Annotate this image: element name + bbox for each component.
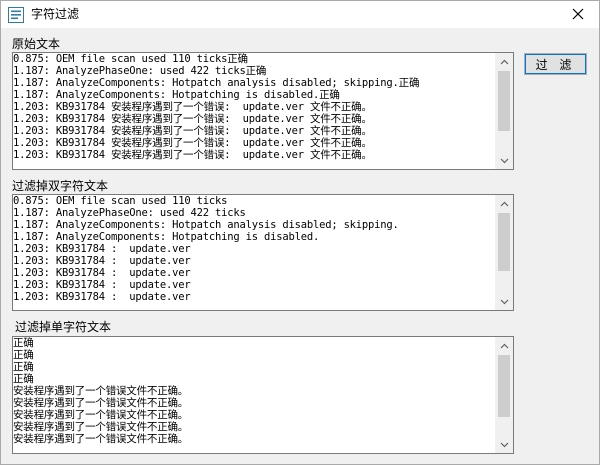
single-filtered-label: 过滤掉单字符文本 [15, 320, 112, 334]
scroll-thumb[interactable] [498, 213, 510, 271]
close-icon [572, 5, 584, 24]
original-text-content: 0.875: OEM file scan used 110 ticks正确 1.… [13, 53, 496, 169]
scroll-down-icon[interactable] [496, 436, 513, 453]
single-filtered-scrollbar[interactable] [495, 337, 513, 453]
scroll-thumb[interactable] [498, 71, 510, 131]
text-line: 正确 [13, 361, 34, 373]
main-window: 字符过滤 原始文本 0.875: OEM file scan used 110 … [0, 0, 600, 465]
text-line: 1.203: KB931784 : update.ver [13, 291, 191, 303]
scroll-up-icon[interactable] [496, 195, 513, 212]
text-line: 安装程序遇到了一个错误文件不正确。 [13, 385, 189, 397]
scroll-up-icon[interactable] [496, 53, 513, 70]
text-line: 1.203: KB931784 : update.ver [13, 267, 191, 279]
text-line: 1.187: AnalyzeComponents: Hotpatching is… [13, 231, 320, 243]
text-line: 正确 [13, 349, 34, 361]
double-filtered-scrollbar[interactable] [495, 195, 513, 310]
text-line: 1.203: KB931784 : update.ver [13, 279, 191, 291]
original-scrollbar[interactable] [495, 53, 513, 169]
close-button[interactable] [561, 2, 595, 26]
text-line: 1.203: KB931784 安装程序遇到了一个错误: update.ver … [13, 137, 372, 149]
app-list-icon [8, 7, 24, 23]
text-line: 1.187: AnalyzeComponents: Hotpatch analy… [13, 77, 420, 89]
text-line: 安装程序遇到了一个错误文件不正确。 [13, 433, 189, 445]
text-line: 1.187: AnalyzePhaseOne: used 422 ticks正确 [13, 65, 267, 77]
original-textbox[interactable]: 0.875: OEM file scan used 110 ticks正确 1.… [12, 52, 514, 170]
double-filtered-content: 0.875: OEM file scan used 110 ticks 1.18… [13, 195, 496, 310]
text-line: 1.203: KB931784 安装程序遇到了一个错误: update.ver … [13, 101, 372, 113]
text-line: 安装程序遇到了一个错误文件不正确。 [13, 421, 189, 433]
scroll-up-icon[interactable] [496, 337, 513, 354]
double-filtered-textbox[interactable]: 0.875: OEM file scan used 110 ticks 1.18… [12, 194, 514, 311]
title-bar: 字符过滤 [1, 1, 599, 28]
text-line: 安装程序遇到了一个错误文件不正确。 [13, 397, 189, 409]
text-line: 正确 [13, 337, 34, 349]
text-line: 1.187: AnalyzePhaseOne: used 422 ticks [13, 207, 246, 219]
text-line: 1.187: AnalyzeComponents: Hotpatch analy… [13, 219, 399, 231]
text-line: 0.875: OEM file scan used 110 ticks [13, 195, 228, 207]
text-line: 1.203: KB931784 安装程序遇到了一个错误: update.ver … [13, 125, 372, 137]
text-line: 正确 [13, 373, 34, 385]
single-filtered-textbox[interactable]: 正确 正确 正确 正确 安装程序遇到了一个错误文件不正确。 安装程序遇到了一个错… [12, 336, 514, 454]
text-line: 安装程序遇到了一个错误文件不正确。 [13, 409, 189, 421]
text-line: 1.203: KB931784 安装程序遇到了一个错误: update.ver … [13, 149, 372, 161]
text-line: 1.203: KB931784 : update.ver [13, 255, 191, 267]
window-title: 字符过滤 [31, 7, 80, 21]
original-text-label: 原始文本 [12, 37, 61, 51]
scroll-thumb[interactable] [498, 355, 510, 417]
scroll-down-icon[interactable] [496, 293, 513, 310]
filter-button[interactable]: 过 滤 [524, 53, 587, 75]
text-line: 1.203: KB931784 : update.ver [13, 243, 191, 255]
text-line: 1.187: AnalyzeComponents: Hotpatching is… [13, 89, 340, 101]
text-line: 0.875: OEM file scan used 110 ticks正确 [13, 53, 248, 65]
double-filtered-label: 过滤掉双字符文本 [12, 179, 109, 193]
text-line: 1.203: KB931784 安装程序遇到了一个错误: update.ver … [13, 113, 372, 125]
scroll-down-icon[interactable] [496, 152, 513, 169]
single-filtered-content: 正确 正确 正确 正确 安装程序遇到了一个错误文件不正确。 安装程序遇到了一个错… [13, 337, 496, 453]
